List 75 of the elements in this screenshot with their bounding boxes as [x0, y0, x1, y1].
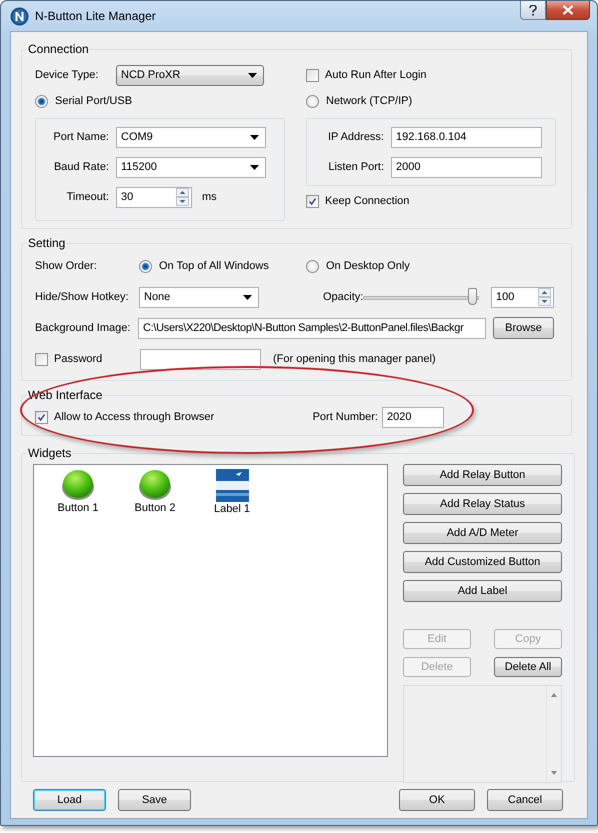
checkbox-label: Keep Connection	[325, 195, 410, 207]
field-label: Background Image:	[35, 322, 132, 334]
field-label: Baud Rate:	[52, 161, 109, 173]
timeout-spinner-field[interactable]: 30	[116, 186, 192, 208]
field-label: Port Name:	[52, 131, 109, 143]
radio-button[interactable]	[306, 260, 319, 272]
port-number-field[interactable]: 2020	[382, 406, 444, 428]
checkbox-label: Allow to Access through Browser	[54, 411, 216, 423]
field-label: Opacity:	[323, 291, 363, 303]
widget-name: Button 2	[134, 502, 176, 514]
radio-button[interactable]	[139, 260, 152, 272]
widget-name: Label 1	[214, 503, 250, 515]
field-label: Hide/Show Hotkey:	[35, 291, 130, 303]
radio-button[interactable]	[35, 94, 48, 108]
port-name-dropdown[interactable]: COM9	[116, 126, 266, 148]
field-label: Listen Port:	[327, 161, 384, 173]
footer-button[interactable]: Load	[33, 789, 106, 811]
add-widget-button[interactable]: Add Label	[403, 580, 562, 602]
field-label: Show Order:	[35, 260, 98, 272]
password-field[interactable]	[140, 348, 261, 370]
radio-button[interactable]	[306, 94, 319, 108]
add-widget-button[interactable]: Add Relay Status	[403, 493, 562, 515]
add-widget-button[interactable]: Add Customized Button	[403, 551, 562, 573]
round-button-icon	[61, 469, 95, 501]
window-title: N-Button Lite Manager	[35, 9, 156, 23]
widget-name: Button 1	[58, 502, 98, 514]
add-widget-button[interactable]: Add A/D Meter	[403, 522, 562, 544]
close-icon	[562, 5, 574, 15]
dropdown-arrow-icon	[250, 164, 259, 170]
checkbox[interactable]	[306, 68, 319, 82]
hotkey-dropdown[interactable]: None	[139, 286, 259, 308]
label-image-icon	[216, 469, 248, 502]
help-button[interactable]	[520, 1, 546, 20]
background-image-field[interactable]: C:\Users\X220\Desktop\N-Button Samples\2-ButtonPanel.files\Backgr	[138, 318, 486, 338]
radio-label: On Top of All Windows	[159, 260, 269, 272]
hint-text: (For opening this manager panel)	[273, 353, 436, 365]
footer-button[interactable]: Save	[118, 789, 191, 811]
dropdown-arrow-icon	[243, 294, 252, 300]
slider-thumb[interactable]	[468, 288, 477, 305]
group-title: Setting	[27, 236, 66, 250]
opacity-slider[interactable]	[363, 287, 479, 307]
round-button-icon	[138, 469, 172, 501]
field-label: Device Type:	[35, 69, 100, 81]
checkbox[interactable]	[306, 194, 319, 208]
unit-label: ms	[202, 191, 217, 203]
radio-label: Serial Port/USB	[55, 95, 132, 107]
dropdown-arrow-icon	[250, 134, 259, 140]
field-label: IP Address:	[326, 131, 384, 143]
device-type-dropdown[interactable]: NCD ProXR	[116, 64, 264, 86]
app-logo-icon	[10, 6, 29, 26]
checkbox[interactable]	[35, 410, 48, 424]
ip-address-field[interactable]: 192.168.0.104	[391, 126, 542, 148]
checkbox-label: Auto Run After Login	[325, 69, 427, 81]
radio-label: Network (TCP/IP)	[326, 95, 412, 107]
checkbox-label: Password	[54, 353, 104, 365]
footer-button[interactable]: OK	[399, 789, 475, 811]
group-title: Widgets	[27, 446, 72, 460]
listen-port-field[interactable]: 2000	[391, 156, 542, 178]
footer-button[interactable]: Cancel	[487, 789, 563, 811]
spinner-arrows-icon[interactable]	[176, 188, 189, 206]
checkbox[interactable]	[35, 352, 48, 366]
radio-label: On Desktop Only	[326, 260, 410, 272]
dropdown-arrow-icon	[248, 72, 257, 78]
baud-rate-dropdown[interactable]: 115200	[116, 156, 266, 178]
group-title: Connection	[27, 42, 90, 56]
browse-button[interactable]: Browse	[493, 317, 554, 339]
spinner-arrows-icon[interactable]	[538, 288, 551, 306]
widget-list[interactable]: Button 1 Button 2 Label 1	[33, 464, 388, 757]
close-button[interactable]	[546, 1, 590, 20]
add-widget-button[interactable]: Add Relay Button	[403, 464, 562, 486]
help-icon	[529, 4, 537, 16]
edit-action-button[interactable]: Delete All	[494, 657, 562, 677]
field-label: Port Number:	[312, 411, 378, 423]
opacity-spinner-field[interactable]: 100	[491, 286, 554, 308]
field-label: Timeout:	[66, 191, 109, 203]
